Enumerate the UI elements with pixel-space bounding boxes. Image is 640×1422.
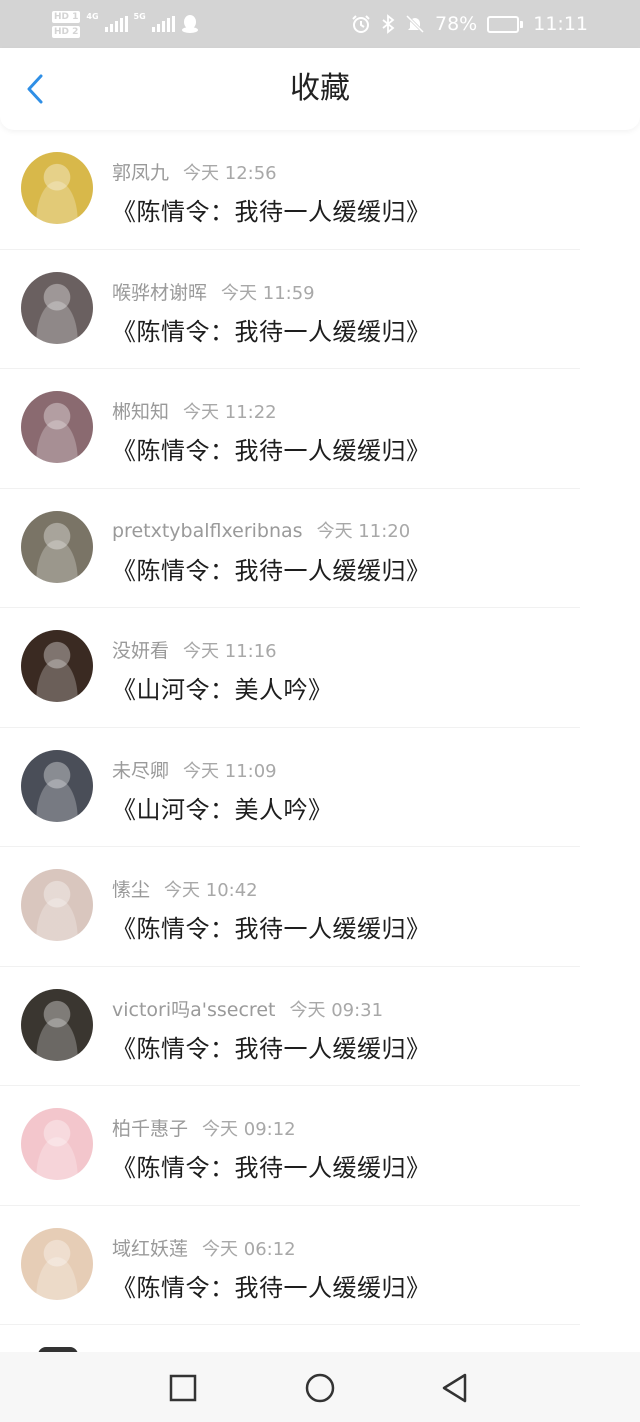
timestamp: 今天 11:09: [183, 760, 277, 782]
favorite-item[interactable]: victori吗a'ssecret 今天 09:31 《陈情令：我待一人缓缓归》: [0, 967, 640, 1086]
system-indicators: 78% 11:11: [351, 0, 588, 48]
favorites-list: 郭凤九 今天 12:56 《陈情令：我待一人缓缓归》 喉骅材谢晖 今天 11:59 《陈情…: [0, 130, 640, 1325]
username: 喉骅材谢晖: [112, 281, 208, 304]
favorite-item[interactable]: 喉骅材谢晖 今天 11:59 《陈情令：我待一人缓缓归》: [0, 250, 640, 369]
username: 未尽卿: [112, 759, 170, 782]
item-meta: 域红妖莲 今天 06:12: [112, 1234, 296, 1261]
avatar[interactable]: [21, 630, 93, 702]
avatar[interactable]: [21, 510, 93, 583]
item-meta: 郴知知 今天 11:22: [112, 397, 277, 424]
username: 域红妖莲: [112, 1237, 189, 1260]
back-icon: [442, 1373, 467, 1403]
item-meta: 郭凤九 今天 12:56: [112, 158, 277, 185]
timestamp: 今天 12:56: [183, 163, 277, 184]
username: victori吗a'ssecret: [112, 998, 276, 1021]
status-bar: HD 1 HD 2 4G 5G 78% 11:11: [0, 0, 640, 48]
signal-indicators: HD 1 HD 2 4G 5G: [52, 6, 199, 42]
favorite-content: 《陈情令：我待一人缓缓归》: [112, 198, 431, 226]
timestamp: 今天 11:22: [183, 402, 277, 423]
qq-icon: [181, 15, 198, 33]
favorite-item[interactable]: 郭凤九 今天 12:56 《陈情令：我待一人缓缓归》: [0, 130, 640, 250]
username: 没妍看: [112, 640, 170, 662]
timestamp: 今天 11:20: [316, 520, 411, 542]
item-meta: 未尽卿 今天 11:09: [112, 756, 277, 783]
battery-percent: 78%: [435, 13, 478, 35]
avatar[interactable]: [21, 869, 93, 941]
username: 柏千惠子: [112, 1118, 189, 1140]
bluetooth-icon: [382, 14, 395, 34]
favorite-item[interactable]: 域红妖莲 今天 06:12 《陈情令：我待一人缓缓归》: [0, 1206, 640, 1325]
recent-apps-button[interactable]: [165, 1370, 201, 1406]
favorite-content: 《山河令：美人吟》: [112, 676, 333, 704]
favorite-content: 《山河令：美人吟》: [112, 795, 333, 824]
username: pretxtybalflxeribnas: [112, 519, 303, 542]
network-type-1: 4G: [86, 11, 99, 21]
clock: 11:11: [533, 13, 588, 35]
sim2-badge: HD 2: [52, 25, 81, 38]
favorite-item[interactable]: pretxtybalflxeribnas 今天 11:20 《陈情令：我待一人缓缓归…: [0, 489, 640, 608]
divider: [0, 1324, 580, 1325]
avatar[interactable]: [21, 988, 93, 1061]
network-type-2: 5G: [133, 11, 146, 21]
item-meta: 愫尘 今天 10:42: [112, 875, 258, 902]
avatar[interactable]: [21, 152, 93, 224]
recent-apps-icon: [169, 1374, 197, 1402]
avatar[interactable]: [21, 271, 93, 344]
favorite-content: 《陈情令：我待一人缓缓归》: [112, 437, 431, 465]
username: 郴知知: [112, 401, 170, 423]
username: 郭凤九: [112, 162, 170, 184]
timestamp: 今天 09:12: [202, 1119, 296, 1140]
favorite-item[interactable]: 没妍看 今天 11:16 《山河令：美人吟》: [0, 608, 640, 728]
username: 愫尘: [112, 879, 151, 901]
item-meta: pretxtybalflxeribnas 今天 11:20: [112, 517, 410, 543]
timestamp: 今天 11:59: [221, 282, 315, 304]
favorite-item[interactable]: 郴知知 今天 11:22 《陈情令：我待一人缓缓归》: [0, 369, 640, 489]
avatar[interactable]: [21, 749, 93, 822]
home-button[interactable]: [302, 1370, 338, 1406]
item-meta: 没妍看 今天 11:16: [112, 636, 277, 663]
favorite-item[interactable]: 愫尘 今天 10:42 《陈情令：我待一人缓缓归》: [0, 847, 640, 967]
alarm-icon: [352, 15, 370, 33]
home-icon: [305, 1373, 335, 1403]
favorite-content: 《陈情令：我待一人缓缓归》: [112, 915, 431, 943]
favorite-content: 《陈情令：我待一人缓缓归》: [112, 556, 431, 585]
favorite-item[interactable]: 柏千惠子 今天 09:12 《陈情令：我待一人缓缓归》: [0, 1086, 640, 1206]
favorite-content: 《陈情令：我待一人缓缓归》: [112, 1034, 431, 1063]
timestamp: 今天 11:16: [183, 641, 277, 662]
mute-icon: [405, 14, 425, 34]
favorite-content: 《陈情令：我待一人缓缓归》: [112, 317, 431, 346]
item-meta: 柏千惠子 今天 09:12: [112, 1114, 296, 1141]
item-meta: 喉骅材谢晖 今天 11:59: [112, 278, 315, 305]
timestamp: 今天 10:42: [164, 880, 258, 901]
favorite-item[interactable]: 未尽卿 今天 11:09 《山河令：美人吟》: [0, 728, 640, 847]
page-title: 收藏: [290, 71, 350, 106]
signal-bars-1-icon: [104, 16, 128, 32]
avatar[interactable]: [21, 391, 93, 463]
sim1-badge: HD 1: [52, 10, 81, 23]
header: 收藏: [0, 48, 640, 130]
navigation-bar: [0, 1352, 640, 1422]
favorite-content: 《陈情令：我待一人缓缓归》: [112, 1154, 431, 1182]
signal-bars-2-icon: [151, 16, 175, 32]
item-meta: victori吗a'ssecret 今天 09:31: [112, 995, 383, 1022]
battery-icon: [487, 15, 524, 33]
avatar[interactable]: [21, 1108, 93, 1180]
back-nav-button[interactable]: [437, 1370, 473, 1406]
avatar[interactable]: [21, 1227, 93, 1300]
timestamp: 今天 06:12: [202, 1238, 296, 1260]
favorite-content: 《陈情令：我待一人缓缓归》: [112, 1273, 431, 1302]
timestamp: 今天 09:31: [289, 999, 384, 1021]
sim-badges: HD 1 HD 2: [52, 10, 81, 38]
